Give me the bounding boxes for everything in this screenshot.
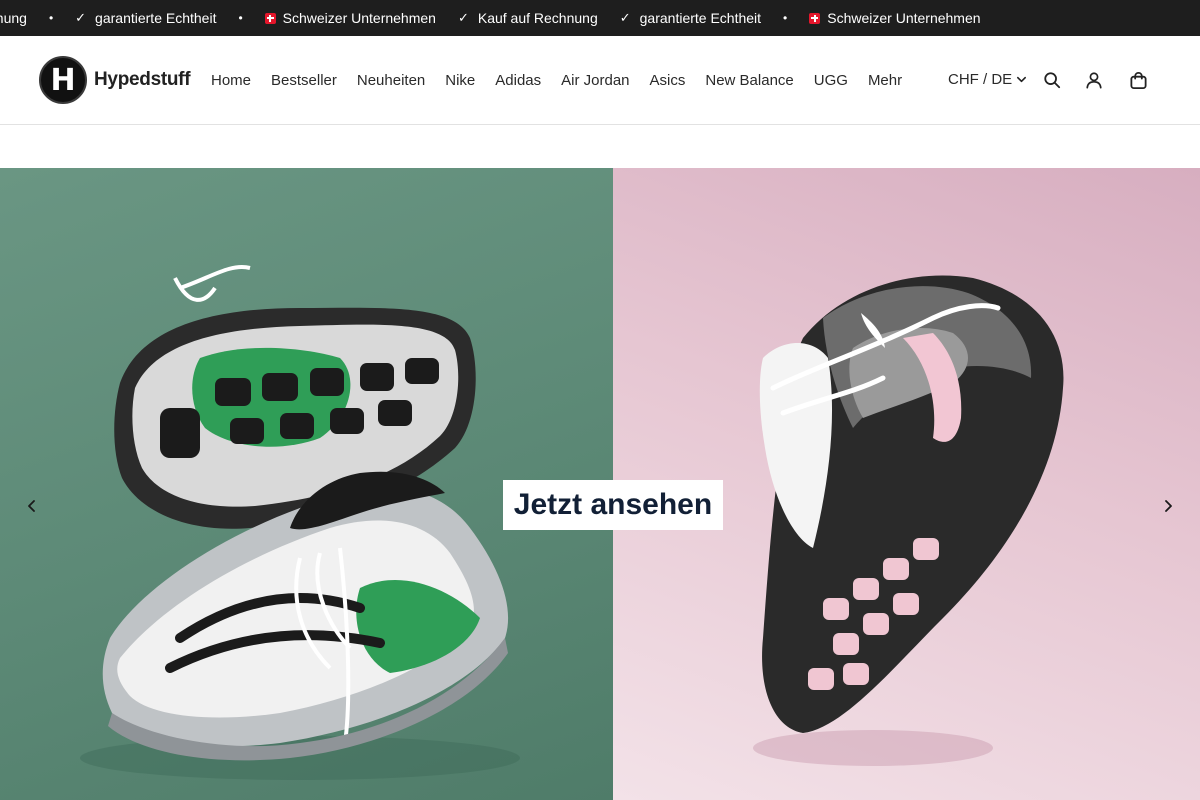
announcement-bar: hnung • ✓ garantierte Echtheit • Schweizer Un… xyxy=(0,0,1200,36)
nav-item-mehr[interactable]: Mehr xyxy=(868,72,902,89)
announcement-item: ✓ garantierte Echtheit xyxy=(620,10,761,26)
cta-button[interactable]: Jetzt ansehen xyxy=(503,480,723,530)
announcement-text: garantierte Echtheit xyxy=(639,10,762,26)
announcement-text: Schweizer Unternehmen xyxy=(282,10,436,26)
announcement-item: ✓ Kauf auf Rechnung xyxy=(458,10,598,26)
announcement-text: garantierte Echtheit xyxy=(95,10,217,26)
separator-dot: • xyxy=(48,11,54,25)
chevron-down-icon xyxy=(1017,76,1027,83)
account-icon[interactable] xyxy=(1083,69,1105,91)
check-icon: ✓ xyxy=(75,10,87,25)
nav-item-asics[interactable]: Asics xyxy=(650,72,686,89)
locale-selector[interactable]: CHF / DE xyxy=(948,71,1027,88)
swiss-flag-icon xyxy=(264,12,276,24)
announcement-track: hnung • ✓ garantierte Echtheit • Schweizer Un… xyxy=(0,0,1003,36)
locale-label: CHF / DE xyxy=(948,71,1013,88)
nav-item-neuheiten[interactable]: Neuheiten xyxy=(357,72,425,89)
separator-dot: • xyxy=(238,11,243,25)
separator-dot: • xyxy=(783,11,788,25)
chevron-left-icon[interactable] xyxy=(22,496,42,516)
search-icon[interactable] xyxy=(1041,69,1063,91)
site-header: H Hypedstuff Home Bestseller Neuheiten Nike… xyxy=(0,36,1200,125)
check-icon: ✓ xyxy=(619,10,631,25)
check-icon: ✓ xyxy=(457,10,469,25)
chevron-right-icon[interactable] xyxy=(1158,496,1178,516)
logo-mark: H xyxy=(39,56,87,104)
announcement-item: Schweizer Unternehmen xyxy=(809,10,981,26)
nav-item-new-balance[interactable]: New Balance xyxy=(705,72,793,89)
announcement-item: Schweizer Unternehmen xyxy=(264,10,436,26)
announcement-text: Kauf auf Rechnung xyxy=(477,10,598,26)
nav-item-home[interactable]: Home xyxy=(211,72,251,89)
nav-item-adidas[interactable]: Adidas xyxy=(495,72,541,89)
announcement-item: hnung xyxy=(0,10,27,26)
announcement-text: Schweizer Unternehmen xyxy=(827,10,981,26)
main-nav: Home Bestseller Neuheiten Nike Adidas Air Jor… xyxy=(211,72,922,89)
cart-icon[interactable] xyxy=(1127,69,1149,91)
announcement-text: hnung xyxy=(0,10,27,26)
logo[interactable]: H Hypedstuff xyxy=(39,56,191,104)
announcement-item: ✓ garantierte Echtheit xyxy=(75,10,216,26)
swiss-flag-icon xyxy=(809,12,821,24)
logo-text: Hypedstuff xyxy=(94,69,191,90)
nav-item-ugg[interactable]: UGG xyxy=(814,72,848,89)
nav-item-bestseller[interactable]: Bestseller xyxy=(271,72,337,89)
hero-slider: Jetzt ansehen xyxy=(0,168,1200,800)
nav-item-air-jordan[interactable]: Air Jordan xyxy=(561,72,629,89)
nav-item-nike[interactable]: Nike xyxy=(445,72,475,89)
